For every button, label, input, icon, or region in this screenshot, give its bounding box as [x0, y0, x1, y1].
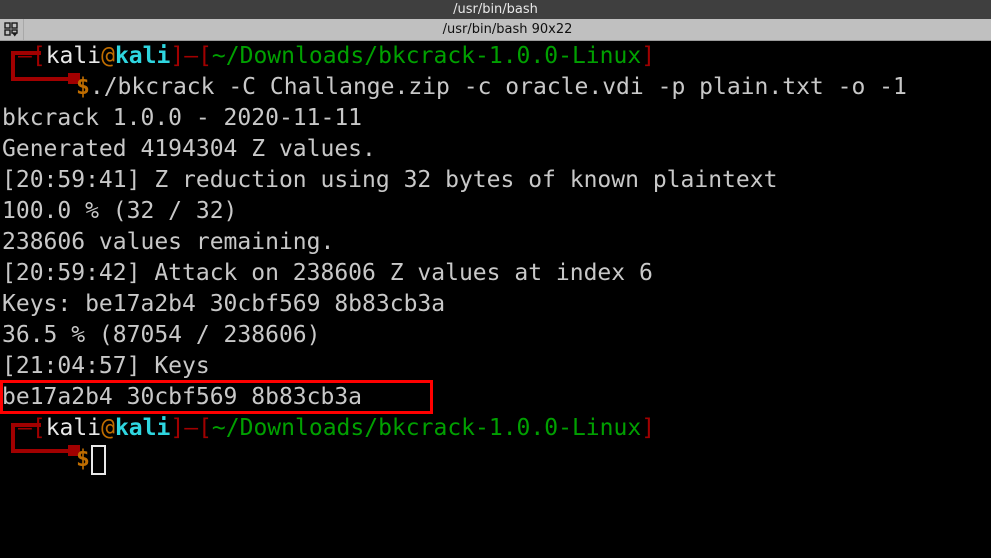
output-line: 238606 values remaining. — [2, 229, 335, 255]
prompt2-bracket-open: —[ — [18, 415, 46, 441]
output-line: bkcrack 1.0.0 - 2020-11-11 — [2, 105, 363, 131]
prompt-line-2: —[kali@kali]—[~/Downloads/bkcrack-1.0.0-… — [18, 413, 655, 444]
output-line: [21:04:57] Keys — [2, 353, 210, 379]
prompt2-dollar-sign: $ — [76, 446, 90, 472]
prompt1-dollar-sign: $ — [76, 74, 90, 100]
prompt2-bracket-close: ] — [170, 415, 185, 441]
prompt1-user: kali — [45, 43, 102, 69]
output-line: [20:59:41] Z reduction using 32 bytes of… — [2, 167, 778, 193]
command-line-1: $./bkcrack -C Challange.zip -c oracle.vd… — [76, 72, 907, 103]
output-line: Keys: be17a2b4 30cbf569 8b83cb3a — [2, 291, 446, 317]
output-line: [20:59:42] Attack on 238606 Z values at … — [2, 260, 653, 286]
output-line: 36.5 % (87054 / 238606) — [2, 322, 321, 348]
prompt1-path-bracket-open: [ — [198, 43, 212, 69]
command-line-2[interactable]: $ — [76, 444, 90, 475]
prompt1-at-sign: @ — [101, 43, 115, 69]
prompt2-path-bracket-close: ] — [641, 415, 656, 441]
prompt-line-1: —[kali@kali]—[~/Downloads/bkcrack-1.0.0-… — [18, 41, 655, 72]
output-line: Generated 4194304 Z values. — [2, 136, 376, 162]
prompt2-user: kali — [45, 415, 102, 441]
prompt1-bracket-open: —[ — [18, 43, 46, 69]
output-line: 100.0 % (32 / 32) — [2, 198, 238, 224]
prompt1-path-bracket-close: ] — [641, 43, 656, 69]
tab-item-bash[interactable]: /usr/bin/bash 90x22 — [24, 19, 991, 40]
text-cursor — [91, 445, 106, 475]
prompt2-at-sign: @ — [101, 415, 115, 441]
command-text-1: ./bkcrack -C Challange.zip -c oracle.vdi… — [89, 74, 907, 100]
window-title: /usr/bin/bash — [453, 2, 538, 17]
prompt1-dash: — — [184, 43, 199, 69]
output-line-keys-result: be17a2b4 30cbf569 8b83cb3a — [2, 384, 363, 410]
prompt2-path-bracket-open: [ — [198, 415, 212, 441]
terminal-viewport[interactable]: —[kali@kali]—[~/Downloads/bkcrack-1.0.0-… — [0, 41, 991, 558]
tab-title: /usr/bin/bash 90x22 — [442, 22, 573, 37]
prompt1-path: ~/Downloads/bkcrack-1.0.0-Linux — [211, 43, 642, 69]
tab-bar: /usr/bin/bash 90x22 — [0, 19, 991, 41]
window-title-bar: /usr/bin/bash — [0, 0, 991, 19]
prompt1-host: kali — [114, 43, 171, 69]
prompt2-dash: — — [184, 415, 199, 441]
prompt2-path: ~/Downloads/bkcrack-1.0.0-Linux — [211, 415, 642, 441]
prompt2-host: kali — [114, 415, 171, 441]
grid-layout-dropdown-icon[interactable] — [0, 19, 24, 40]
prompt1-bracket-close: ] — [170, 43, 185, 69]
